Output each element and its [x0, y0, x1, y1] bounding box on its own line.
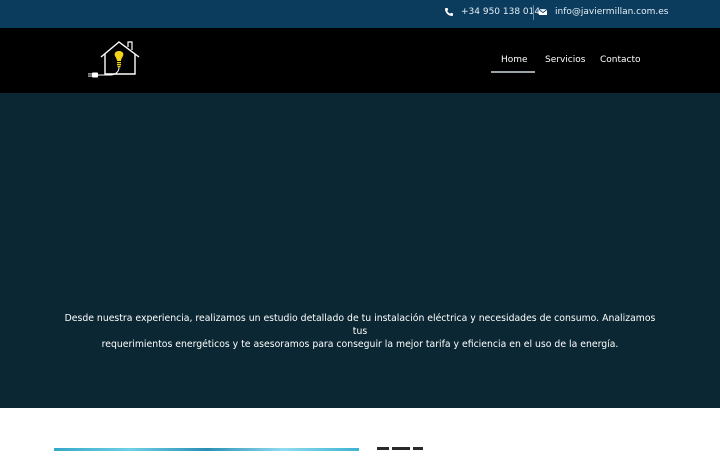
top-contact-bar: +34 950 138 014 info@javiermillan.com.es	[0, 0, 720, 28]
house-bulb-plug-logo[interactable]	[84, 39, 144, 81]
section-heading-cutoff	[377, 447, 433, 451]
active-nav-indicator	[491, 71, 535, 73]
nav-home[interactable]: Home	[501, 51, 528, 69]
hero-description: Desde nuestra experiencia, realizamos un…	[60, 312, 660, 351]
nav-contacto[interactable]: Contacto	[600, 51, 641, 69]
hero-text-line-2: requerimientos energéticos y te asesoram…	[101, 339, 619, 350]
topbar-divider	[533, 5, 534, 20]
content-section	[0, 408, 720, 451]
email-contact[interactable]: info@javiermillan.com.es	[538, 0, 668, 24]
hero-banner: Desde nuestra experiencia, realizamos un…	[0, 93, 720, 408]
hero-text-line-1: Desde nuestra experiencia, realizamos un…	[64, 313, 656, 337]
nav-servicios[interactable]: Servicios	[545, 51, 585, 69]
phone-icon	[445, 8, 453, 16]
email-address[interactable]: info@javiermillan.com.es	[555, 7, 668, 17]
envelope-icon	[538, 9, 548, 15]
phone-contact[interactable]: +34 950 138 014	[444, 0, 540, 24]
phone-number[interactable]: +34 950 138 014	[461, 7, 540, 17]
